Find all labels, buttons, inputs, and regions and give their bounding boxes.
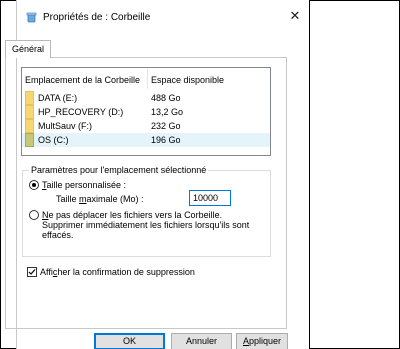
no-move-label[interactable]: Ne pas déplacer les fichiers vers la Cor… [42, 210, 222, 220]
frame-divider [309, 0, 310, 349]
custom-size-radio[interactable] [29, 180, 39, 190]
column-divider[interactable] [147, 69, 148, 89]
custom-size-label[interactable]: Taille personnalisée : [42, 180, 126, 190]
confirm-delete-label[interactable]: Afficher la confirmation de suppression [40, 267, 195, 277]
drive-name: OS (C:) [38, 135, 69, 145]
no-move-radio[interactable] [29, 210, 39, 220]
drive-name: DATA (E:) [38, 93, 78, 103]
drive-space: 232 Go [151, 121, 181, 131]
drive-space: 13,2 Go [151, 107, 184, 117]
no-move-label-line2: Supprimer immédiatement les fichiers lor… [42, 220, 250, 230]
recycle-bin-locations-list[interactable]: Emplacement de la Corbeille Espace dispo… [21, 67, 271, 156]
list-header: Emplacement de la Corbeille Espace dispo… [22, 68, 270, 90]
title-bar: Propriétés de : Corbeille ✕ [17, 0, 309, 32]
drive-icon [25, 119, 34, 133]
os-drive-icon [25, 133, 34, 147]
column-header-location[interactable]: Emplacement de la Corbeille [25, 75, 140, 85]
close-icon[interactable]: ✕ [287, 8, 303, 24]
radio-dot [32, 183, 36, 187]
drive-space: 196 Go [151, 135, 181, 145]
drive-icon [25, 105, 34, 119]
max-size-input[interactable] [189, 190, 231, 206]
list-item[interactable]: HP_RECOVERY (D:) 13,2 Go [22, 105, 270, 119]
column-header-space[interactable]: Espace disponible [151, 75, 224, 85]
drive-icon [25, 91, 34, 105]
list-item-selected[interactable]: OS (C:) 196 Go [22, 133, 270, 147]
apply-button[interactable]: Appliquer [236, 333, 288, 349]
settings-group-title: Paramètres pour l'emplacement sélectionn… [29, 165, 209, 175]
drive-name: HP_RECOVERY (D:) [38, 107, 124, 117]
confirm-delete-checkbox[interactable] [27, 267, 37, 277]
window-title: Propriétés de : Corbeille [43, 12, 151, 23]
drive-name: MultSauv (F:) [38, 121, 93, 131]
drive-space: 488 Go [151, 93, 181, 103]
check-icon [28, 269, 36, 275]
ok-button[interactable]: OK [94, 333, 165, 349]
cancel-button[interactable]: Annuler [171, 333, 232, 349]
tab-general[interactable]: Général [5, 40, 52, 58]
max-size-label: Taille maximale (Mo) : [56, 194, 144, 204]
list-item[interactable]: MultSauv (F:) 232 Go [22, 119, 270, 133]
list-item[interactable]: DATA (E:) 488 Go [22, 91, 270, 105]
no-move-label-line3: effacés. [42, 230, 74, 240]
recycle-bin-icon [26, 12, 37, 23]
